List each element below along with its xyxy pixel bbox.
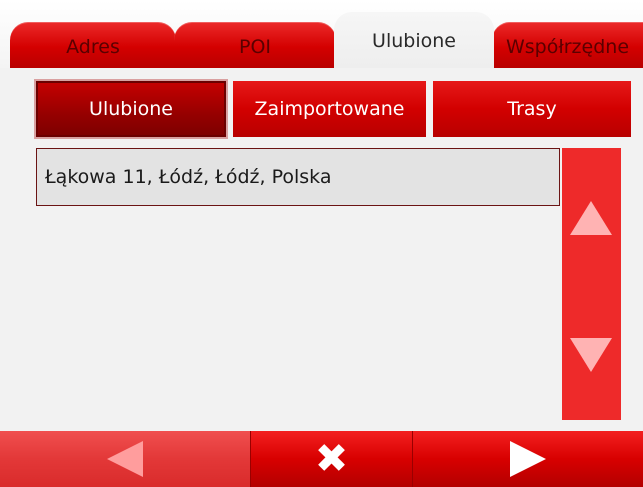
back-button[interactable]: [0, 431, 250, 487]
bottom-bar: ✖: [0, 431, 643, 487]
tab-ulubione[interactable]: Ulubione: [334, 12, 494, 68]
close-icon: ✖: [314, 436, 349, 482]
tab-bar: Adres POI Współrzędne Ulubione: [0, 0, 643, 68]
next-button[interactable]: [413, 431, 643, 487]
tab-adres[interactable]: Adres: [10, 22, 176, 68]
scroll-up-icon[interactable]: [570, 201, 612, 235]
arrow-right-icon: [510, 441, 546, 477]
favorites-list: Łąkowa 11, Łódź, Łódź, Polska: [36, 148, 560, 408]
list-item[interactable]: Łąkowa 11, Łódź, Łódź, Polska: [36, 148, 560, 206]
tab-poi[interactable]: POI: [174, 22, 336, 68]
cancel-button[interactable]: ✖: [250, 431, 413, 487]
subtab-trasy[interactable]: Trasy: [433, 81, 631, 137]
subtab-zaimportowane[interactable]: Zaimportowane: [233, 81, 426, 137]
scrollbar[interactable]: [562, 148, 621, 420]
arrow-left-icon: [107, 441, 143, 477]
subtab-ulubione[interactable]: Ulubione: [34, 79, 228, 139]
tab-wspolrzedne[interactable]: Współrzędne: [492, 22, 643, 68]
scroll-down-icon[interactable]: [570, 338, 612, 372]
